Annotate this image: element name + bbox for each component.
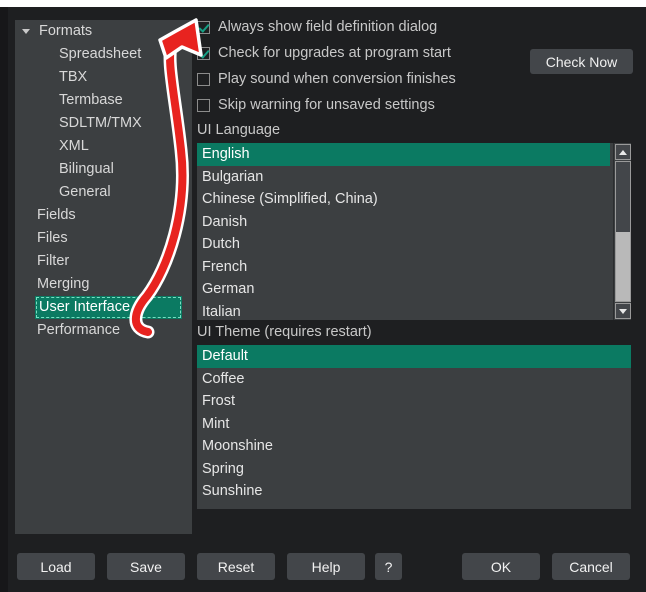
checkbox-check-for-upgrades[interactable] (197, 46, 210, 60)
checkbox-row-skip-warning[interactable]: Skip warning for unsaved settings (197, 92, 639, 118)
list-item[interactable]: Spring (197, 458, 631, 481)
sidebar-item-sdltm-tmx[interactable]: SDLTM/TMX (15, 112, 192, 135)
checkbox-label: Skip warning for unsaved settings (218, 97, 435, 113)
sidebar-item-label: Spreadsheet (59, 46, 142, 62)
sidebar-item-formats[interactable]: Formats (15, 20, 192, 43)
ok-button[interactable]: OK (462, 553, 540, 580)
list-item[interactable]: Bulgarian (197, 166, 610, 189)
sidebar-item-bilingual[interactable]: Bilingual (15, 158, 192, 181)
ui-theme-label: UI Theme (requires restart) (197, 324, 372, 340)
ui-theme-items: Default Coffee Frost Mint Moonshine Spri… (197, 345, 631, 503)
list-item[interactable]: Danish (197, 211, 610, 234)
context-help-button[interactable]: ? (375, 553, 402, 580)
scroll-down-button[interactable] (615, 303, 631, 319)
list-item[interactable]: German (197, 278, 610, 301)
scroll-up-button[interactable] (615, 144, 631, 160)
sidebar-item-label: Filter (37, 253, 70, 269)
checkbox-skip-warning[interactable] (197, 98, 210, 112)
ui-language-items: English Bulgarian Chinese (Simplified, C… (197, 143, 610, 320)
help-button[interactable]: Help (287, 553, 365, 580)
sidebar-item-fields[interactable]: Fields (15, 204, 192, 227)
list-item[interactable]: Coffee (197, 368, 631, 391)
cancel-button[interactable]: Cancel (552, 553, 630, 580)
list-item[interactable]: Sunshine (197, 480, 631, 503)
ui-theme-listbox[interactable]: Default Coffee Frost Mint Moonshine Spri… (197, 345, 631, 509)
sidebar-item-label: SDLTM/TMX (59, 115, 142, 131)
reset-button[interactable]: Reset (197, 553, 275, 580)
list-item[interactable]: Mint (197, 413, 631, 436)
sidebar-item-label: Files (37, 230, 68, 246)
settings-dialog: Formats Spreadsheet TBX Termbase SDLTM/T… (0, 0, 646, 592)
scrollbar-thumb[interactable] (616, 231, 630, 301)
triangle-down-icon (619, 309, 627, 314)
window-top-strip (0, 0, 646, 7)
settings-category-tree[interactable]: Formats Spreadsheet TBX Termbase SDLTM/T… (15, 20, 192, 534)
sidebar-item-label: Bilingual (59, 161, 114, 177)
checkbox-label: Check for upgrades at program start (218, 45, 451, 61)
sidebar-item-files[interactable]: Files (15, 227, 192, 250)
sidebar-item-label: Formats (39, 23, 93, 39)
checkbox-always-show-field-definition[interactable] (197, 20, 210, 34)
sidebar-item-label: Termbase (59, 92, 123, 108)
check-now-button[interactable]: Check Now (530, 49, 633, 74)
sidebar-item-general[interactable]: General (15, 181, 192, 204)
ui-language-scrollbar[interactable] (613, 143, 631, 320)
sidebar-item-user-interface[interactable]: User Interface (35, 296, 182, 319)
list-item[interactable]: Italian (197, 301, 610, 321)
triangle-up-icon (619, 150, 627, 155)
scrollbar-track[interactable] (615, 161, 631, 302)
load-button[interactable]: Load (17, 553, 95, 580)
list-item[interactable]: Dutch (197, 233, 610, 256)
dialog-left-gutter (0, 7, 8, 592)
sidebar-item-label: XML (59, 138, 89, 154)
sidebar-item-label: General (59, 184, 111, 200)
list-item[interactable]: French (197, 256, 610, 279)
ui-language-label: UI Language (197, 122, 281, 138)
sidebar-item-merging[interactable]: Merging (15, 273, 192, 296)
sidebar-item-tbx[interactable]: TBX (15, 66, 192, 89)
user-interface-settings-pane: Always show field definition dialog Chec… (197, 14, 639, 534)
list-item[interactable]: Default (197, 345, 631, 368)
sidebar-item-label: User Interface (39, 299, 131, 315)
sidebar-item-termbase[interactable]: Termbase (15, 89, 192, 112)
ui-language-listbox[interactable]: English Bulgarian Chinese (Simplified, C… (197, 143, 631, 320)
sidebar-item-xml[interactable]: XML (15, 135, 192, 158)
sidebar-item-label: Performance (37, 322, 121, 338)
sidebar-item-label: TBX (59, 69, 88, 85)
list-item[interactable]: Frost (197, 390, 631, 413)
chevron-down-icon[interactable] (22, 29, 30, 34)
dialog-button-bar: Load Save Reset Help ? OK Cancel (0, 553, 646, 592)
checkbox-row-always-show-field-definition[interactable]: Always show field definition dialog (197, 14, 639, 40)
checkbox-label: Play sound when conversion finishes (218, 71, 456, 87)
checkbox-play-sound[interactable] (197, 72, 210, 86)
list-item[interactable]: English (197, 143, 610, 166)
checkbox-label: Always show field definition dialog (218, 19, 438, 35)
sidebar-item-filter[interactable]: Filter (15, 250, 192, 273)
sidebar-item-label: Merging (37, 276, 90, 292)
save-button[interactable]: Save (107, 553, 185, 580)
sidebar-item-performance[interactable]: Performance (15, 319, 192, 342)
sidebar-item-label: Fields (37, 207, 76, 223)
sidebar-item-spreadsheet[interactable]: Spreadsheet (15, 43, 192, 66)
list-item[interactable]: Moonshine (197, 435, 631, 458)
list-item[interactable]: Chinese (Simplified, China) (197, 188, 610, 211)
